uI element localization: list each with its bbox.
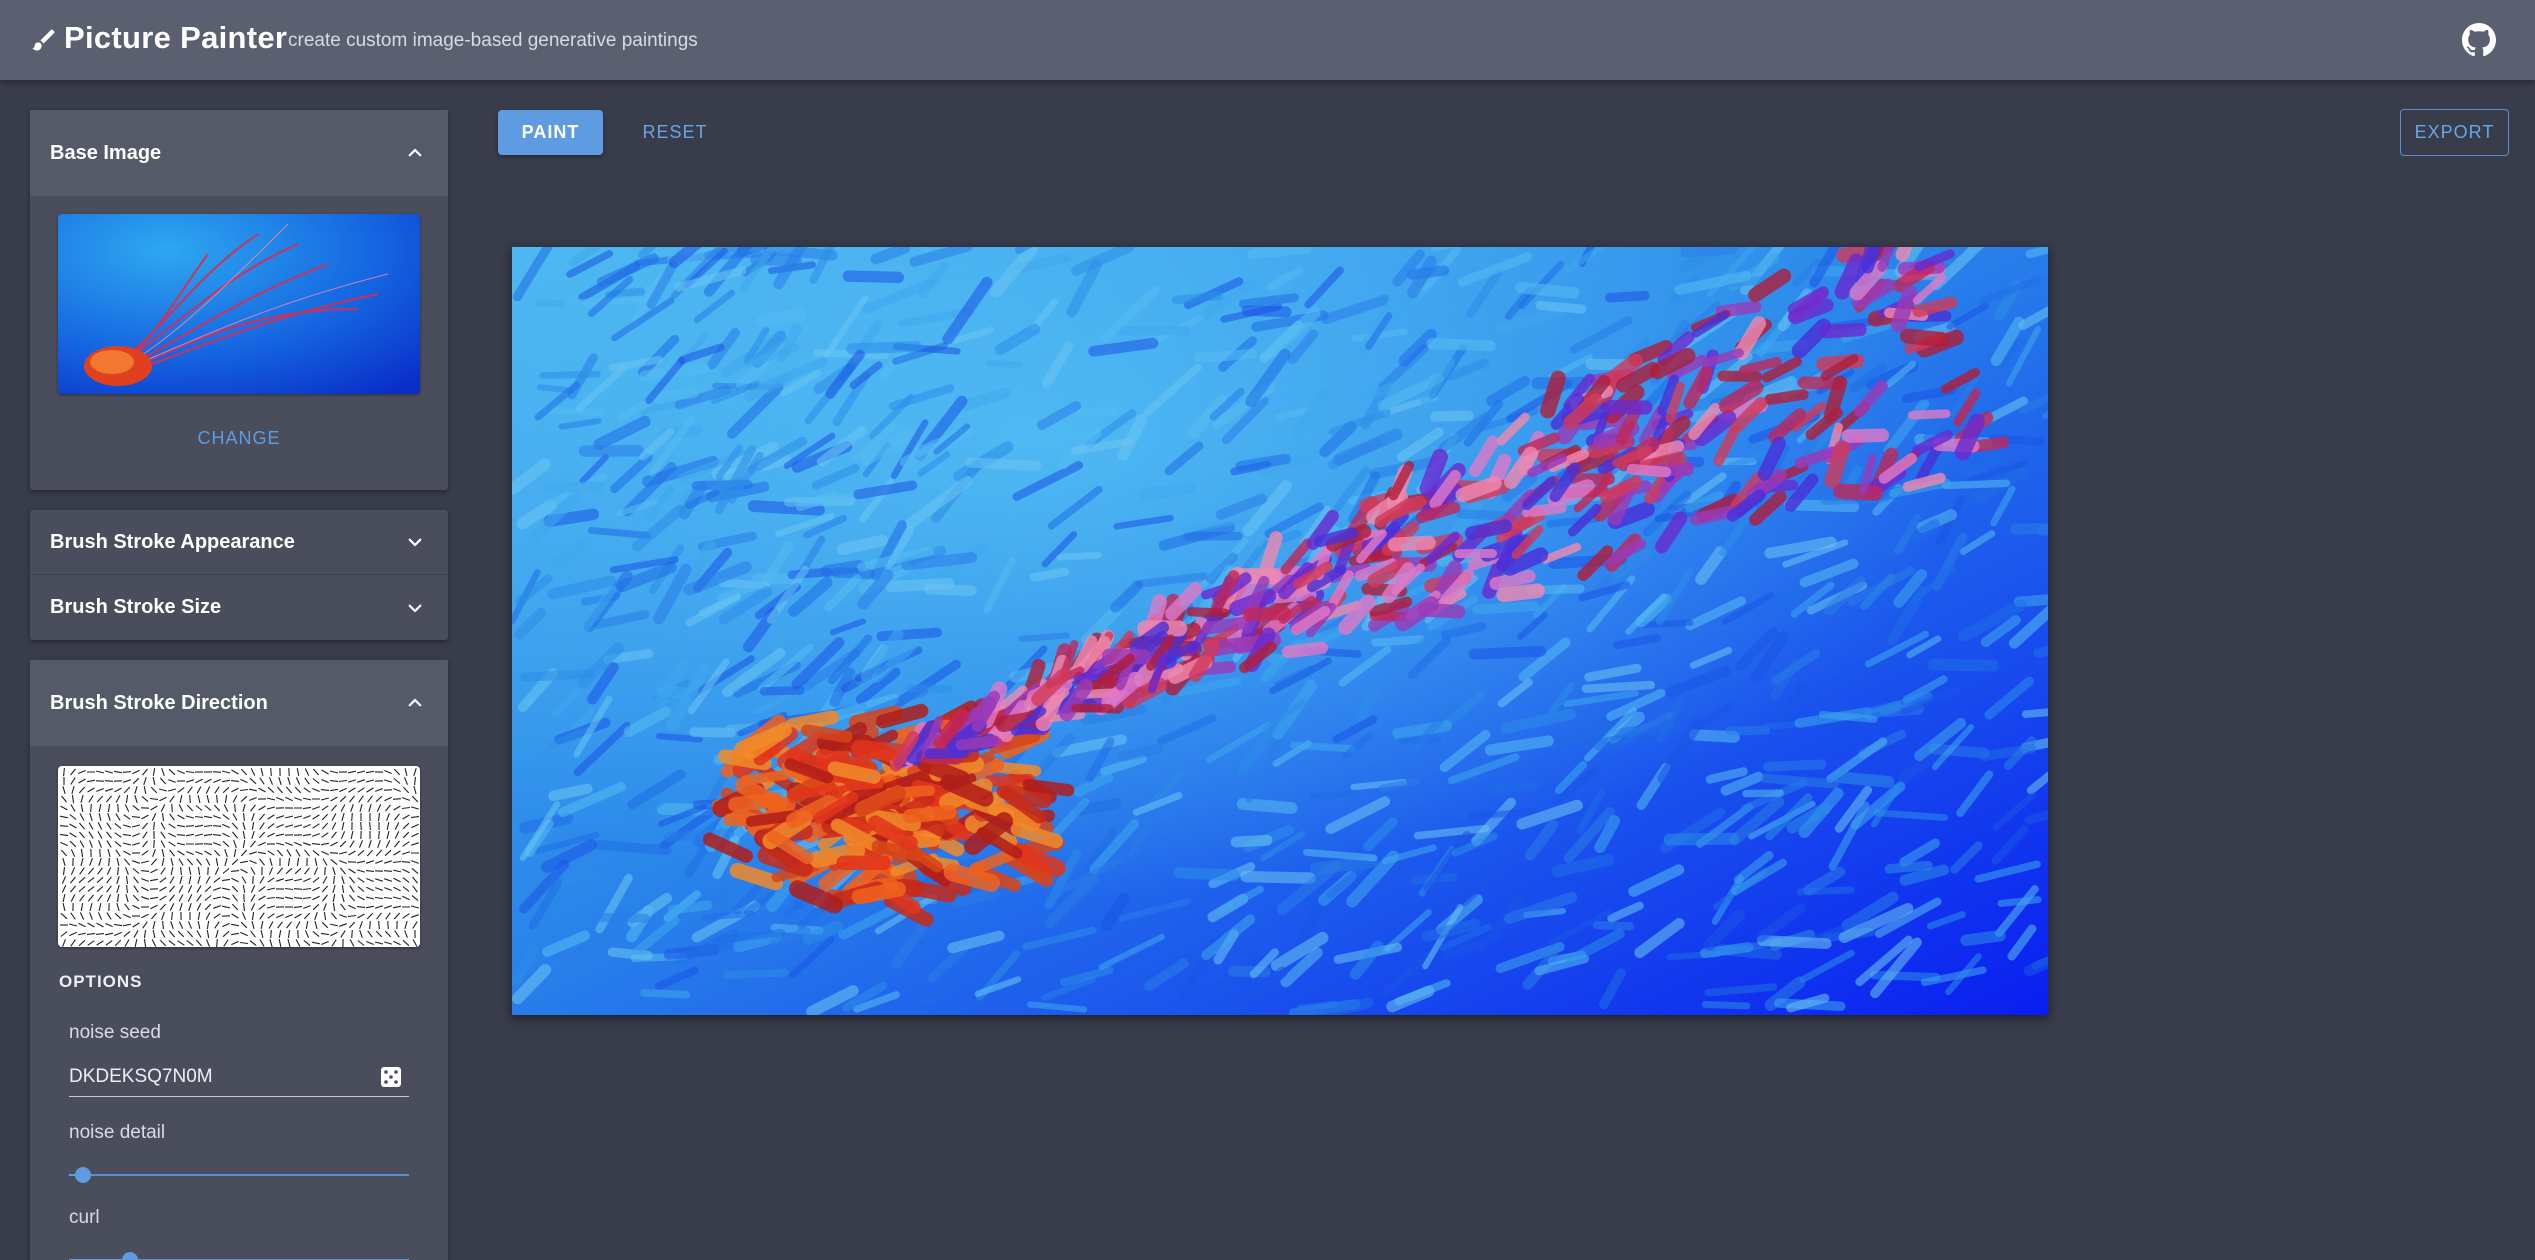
- brush-size-panel-title: Brush Stroke Size: [50, 596, 222, 618]
- export-button[interactable]: EXPORT: [2400, 109, 2509, 156]
- noise-detail-slider-thumb[interactable]: [74, 1167, 91, 1183]
- chevron-down-icon: [408, 604, 422, 612]
- brush-direction-panel-title: Brush Stroke Direction: [50, 691, 268, 714]
- brush-appearance-panel-title: Brush Stroke Appearance: [50, 530, 295, 553]
- brush-appearance-panel-header[interactable]: Brush Stroke Appearance: [30, 510, 448, 574]
- brush-direction-panel: Brush Stroke Direction OPTIONS noise see…: [30, 660, 448, 1260]
- brush-icon: [32, 29, 55, 51]
- paint-button[interactable]: PAINT: [498, 110, 603, 155]
- noise-seed-label: noise seed: [69, 1022, 161, 1043]
- flow-field-image: [59, 767, 420, 947]
- dice-icon[interactable]: [379, 1065, 403, 1089]
- curl-slider-thumb[interactable]: [122, 1252, 139, 1260]
- base-image-thumbnail[interactable]: [58, 214, 420, 394]
- chevron-down-icon: [408, 538, 422, 547]
- base-image-panel-header[interactable]: Base Image: [30, 110, 448, 196]
- noise-seed-input[interactable]: DKDEKSQ7N0M: [69, 1057, 409, 1097]
- brush-direction-panel-header[interactable]: Brush Stroke Direction: [30, 660, 448, 746]
- github-icon[interactable]: [2462, 23, 2496, 57]
- base-image-panel-title: Base Image: [50, 141, 162, 164]
- brush-settings-panel: Brush Stroke Appearance Brush Stroke Siz…: [30, 510, 448, 640]
- base-image-panel: Base Image CHANGE: [30, 110, 448, 490]
- chevron-up-icon: [408, 148, 422, 157]
- chevron-up-icon: [408, 698, 422, 707]
- noise-detail-slider[interactable]: [69, 1167, 409, 1183]
- app-subtitle: create custom image-based generative pai…: [288, 30, 698, 51]
- painting-image: [512, 247, 2048, 1015]
- brush-size-panel-header[interactable]: Brush Stroke Size: [30, 575, 448, 640]
- jellyfish-image: [58, 214, 420, 394]
- app-title: Picture Painter: [64, 20, 288, 55]
- change-image-button[interactable]: CHANGE: [30, 428, 448, 449]
- noise-seed-value: DKDEKSQ7N0M: [69, 1065, 213, 1087]
- options-label: OPTIONS: [59, 972, 143, 991]
- reset-button[interactable]: RESET: [630, 110, 720, 155]
- flow-field-preview: [58, 766, 420, 947]
- curl-label: curl: [69, 1207, 100, 1228]
- noise-detail-label: noise detail: [69, 1122, 166, 1143]
- painting-canvas[interactable]: [512, 247, 2048, 1015]
- app-bar: Picture Painter create custom image-base…: [0, 0, 2535, 80]
